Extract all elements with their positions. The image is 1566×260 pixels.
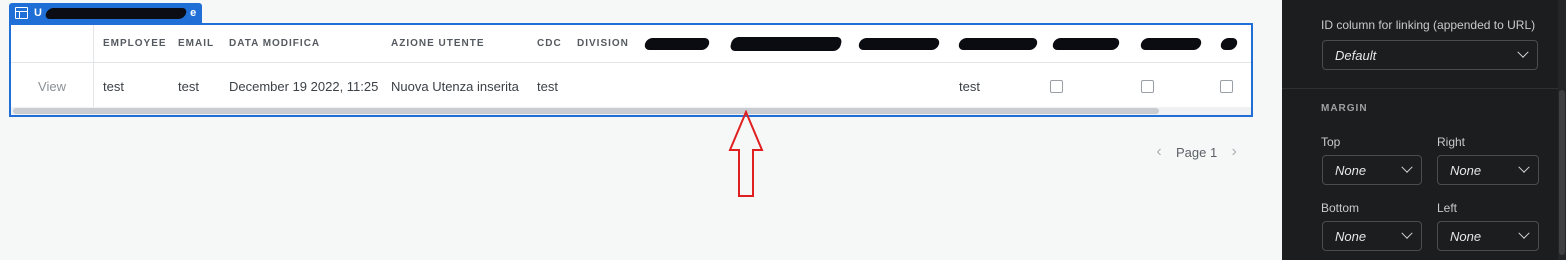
table-icon [15, 7, 28, 19]
header-division[interactable]: DIVISION [577, 25, 629, 62]
horizontal-scrollbar[interactable] [11, 107, 1251, 115]
chevron-down-icon [1401, 161, 1413, 173]
margin-bottom-value: None [1335, 228, 1367, 244]
header-employee[interactable]: EMPLOYEE [103, 25, 167, 62]
margin-top-value: None [1335, 162, 1367, 178]
table-row: View test test December 19 2022, 11:25 N… [11, 63, 1251, 109]
row-checkbox-2[interactable] [1141, 63, 1154, 109]
cell-employee: test [103, 78, 124, 94]
margin-section-title: MARGIN [1321, 103, 1368, 114]
id-column-label: ID column for linking (appended to URL) [1321, 18, 1536, 32]
cell-redacted-column: test [959, 78, 980, 94]
cell-email: test [178, 78, 199, 94]
id-column-select[interactable]: Default [1322, 40, 1538, 70]
row-checkbox-1[interactable] [1050, 63, 1063, 109]
margin-left-value: None [1450, 228, 1482, 244]
row-view-cell: View [11, 63, 94, 109]
header-redacted-2[interactable] [729, 25, 843, 62]
cell-data-modifica: December 19 2022, 11:25 [229, 78, 379, 94]
header-redacted-4[interactable] [957, 25, 1039, 62]
component-tag-suffix: e [190, 7, 197, 19]
margin-left-select[interactable]: None [1437, 221, 1539, 251]
margin-bottom-label: Bottom [1321, 201, 1360, 215]
header-redacted-7[interactable] [1219, 25, 1239, 62]
table-header: EMPLOYEE EMAIL DATA MODIFICA AZIONE UTEN… [11, 25, 1251, 63]
panel-scrollbar-thumb[interactable] [1559, 90, 1565, 255]
chevron-down-icon [1518, 227, 1530, 239]
pagination: ‹ Page 1 › [1150, 142, 1243, 162]
header-redacted-5[interactable] [1051, 25, 1121, 62]
chevron-down-icon [1517, 46, 1529, 58]
header-redacted-1[interactable] [643, 25, 711, 62]
chevron-left-icon[interactable]: ‹ [1150, 143, 1168, 161]
canvas: U e EMPLOYEE EMAIL DATA MODIFICA AZIONE … [0, 0, 1282, 260]
header-email[interactable]: EMAIL [178, 25, 214, 62]
horizontal-scrollbar-thumb[interactable] [13, 108, 1159, 114]
margin-top-select[interactable]: None [1322, 155, 1422, 185]
chevron-down-icon [1401, 227, 1413, 239]
margin-top-label: Top [1321, 135, 1341, 149]
header-cdc[interactable]: CDC [537, 25, 562, 62]
id-column-value: Default [1335, 47, 1377, 63]
header-redacted-6[interactable] [1139, 25, 1203, 62]
data-table[interactable]: EMPLOYEE EMAIL DATA MODIFICA AZIONE UTEN… [9, 23, 1253, 117]
panel-scrollbar[interactable] [1558, 0, 1566, 260]
row-checkbox-3[interactable] [1220, 63, 1233, 109]
section-divider [1282, 88, 1558, 89]
margin-right-value: None [1450, 162, 1482, 178]
margin-right-select[interactable]: None [1437, 155, 1539, 185]
cell-cdc: test [537, 78, 558, 94]
chevron-right-icon[interactable]: › [1225, 143, 1243, 161]
settings-panel: ID column for linking (appended to URL) … [1282, 0, 1566, 260]
component-tag-label: U [34, 7, 43, 19]
chevron-down-icon [1518, 161, 1530, 173]
cell-azione-utente: Nuova Utenza inserita [391, 78, 519, 94]
redacted-component-name [44, 7, 188, 19]
margin-bottom-select[interactable]: None [1322, 221, 1422, 251]
page-label: Page 1 [1176, 144, 1218, 160]
view-link[interactable]: View [38, 79, 66, 94]
header-view [11, 25, 94, 62]
header-azione-utente[interactable]: AZIONE UTENTE [391, 25, 485, 62]
margin-left-label: Left [1437, 201, 1458, 215]
header-data-modifica[interactable]: DATA MODIFICA [229, 25, 320, 62]
margin-right-label: Right [1437, 135, 1466, 149]
header-redacted-3[interactable] [857, 25, 941, 62]
annotation-arrow-icon [728, 110, 764, 197]
component-tag[interactable]: U e [9, 3, 202, 23]
